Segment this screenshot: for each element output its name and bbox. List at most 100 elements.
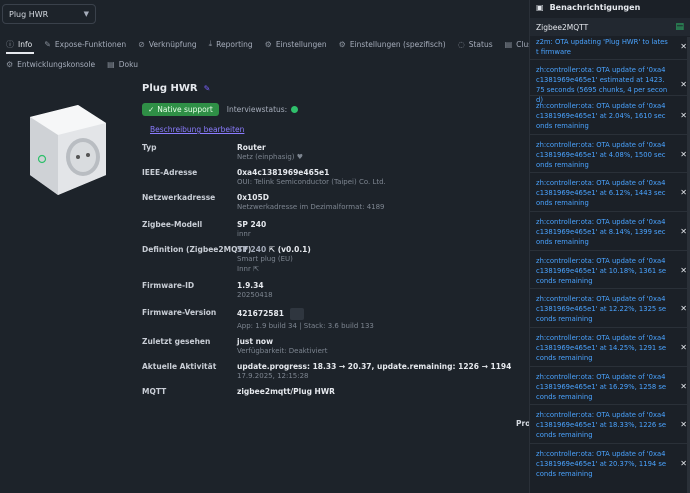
plug-icon: ♥ — [296, 153, 304, 161]
check-icon: ✓ — [148, 105, 155, 114]
clear-all-icon[interactable]: ▤ — [675, 22, 684, 32]
interview-status: Interviewstatus: — [226, 105, 299, 114]
close-icon[interactable]: ✕ — [680, 266, 687, 276]
prop-firmware-version-value: 421672581 — [237, 308, 304, 320]
tab-label: Info — [18, 39, 33, 49]
tab-status[interactable]: ◌ Status — [452, 40, 499, 49]
notification-header: ▣ Benachrichtigungen — [530, 0, 690, 14]
prop-network-sub: Netzwerkadresse im Dezimalformat: 4189 — [237, 203, 385, 211]
notification-divider — [530, 250, 690, 251]
definition-link[interactable]: SP 240 — [237, 245, 266, 254]
notification-panel: ▣ Benachrichtigungen Zigbee2MQTT ▤ z2m: … — [529, 0, 690, 493]
console-icon: ⚙ — [6, 59, 14, 69]
notification-text: zh:controller:ota: OTA update of '0xa4c1… — [536, 450, 667, 478]
tab-entwicklungskonsole[interactable]: ⚙ Entwicklungskonsole — [0, 60, 101, 69]
tab-row-1: ⓘ Info ✎ Expose-Funktionen ⊘ Verknüpfung ⤓ Repo… — [0, 36, 543, 52]
gear-icon: ⚙ — [338, 39, 346, 49]
tab-einstellungen[interactable]: ⚙ Einstellungen — [259, 40, 333, 49]
prop-firmware-id-sub: 20250418 — [237, 291, 273, 299]
notification-item: zh:controller:ota: OTA update of '0xa4c1… — [536, 65, 687, 105]
prop-firmware-version-label: Firmware-Version — [142, 308, 217, 317]
tab-doku[interactable]: ▤ Doku — [101, 60, 144, 69]
notification-text: zh:controller:ota: OTA update of '0xa4c1… — [536, 102, 666, 130]
tab-row-2: ⚙ Entwicklungskonsole ▤ Doku — [0, 56, 528, 72]
notification-text: zh:controller:ota: OTA update of '0xa4c1… — [536, 66, 668, 104]
notification-item: zh:controller:ota: OTA update of '0xa4c1… — [536, 217, 687, 247]
prop-ieee-sub: OUI: Telink Semiconductor (Taipei) Co. L… — [237, 178, 386, 186]
prop-last-seen-label: Zuletzt gesehen — [142, 337, 211, 346]
notification-title: Benachrichtigungen — [549, 2, 641, 12]
notification-text: zh:controller:ota: OTA update of '0xa4c1… — [536, 218, 666, 246]
device-title: Plug HWR ✎ — [142, 83, 210, 94]
cluster-icon: ▤ — [504, 39, 513, 49]
edit-description-link[interactable]: Beschreibung bearbeiten — [150, 125, 244, 134]
notification-text: zh:controller:ota: OTA update of '0xa4c1… — [536, 141, 666, 169]
prop-activity-sub: 17.9.2025, 12:15:28 — [237, 372, 309, 380]
notification-item: zh:controller:ota: OTA update of '0xa4c1… — [536, 449, 687, 479]
success-icon — [291, 106, 299, 113]
tab-label: Expose-Funktionen — [54, 39, 127, 49]
edit-name-icon[interactable]: ✎ — [204, 84, 211, 93]
prop-last-seen-value: just now — [237, 337, 273, 346]
notification-divider — [530, 288, 690, 289]
close-icon[interactable]: ✕ — [680, 111, 687, 121]
notification-item: zh:controller:ota: OTA update of '0xa4c1… — [536, 294, 687, 324]
close-icon[interactable]: ✕ — [680, 382, 687, 392]
notification-item: zh:controller:ota: OTA update of '0xa4c1… — [536, 333, 687, 363]
tab-verknüpfung[interactable]: ⊘ Verknüpfung — [132, 40, 202, 49]
notification-item: zh:controller:ota: OTA update of '0xa4c1… — [536, 410, 687, 440]
prop-definition-vendor[interactable]: Innr ⇱ — [237, 265, 259, 273]
chat-icon: ▣ — [536, 2, 544, 12]
tab-reporting[interactable]: ⤓ Reporting — [203, 39, 259, 49]
tab-expose-funktionen[interactable]: ✎ Expose-Funktionen — [38, 40, 132, 49]
external-link-icon[interactable]: ⇱ — [269, 245, 275, 254]
prop-ieee-label: IEEE-Adresse — [142, 168, 198, 177]
prop-type-label: Typ — [142, 143, 157, 152]
device-image — [30, 105, 106, 195]
download-icon: ⤓ — [208, 39, 213, 48]
notification-source[interactable]: Zigbee2MQTT ▤ — [530, 18, 690, 36]
prop-definition-version: (v0.0.1) — [277, 245, 311, 254]
external-link-icon[interactable]: ⇱ — [253, 265, 259, 273]
device-title-text: Plug HWR — [142, 83, 198, 94]
close-icon[interactable]: ✕ — [680, 343, 687, 353]
interview-status-label: Interviewstatus: — [226, 105, 288, 114]
notification-divider — [530, 443, 690, 444]
prop-firmware-version-sub: App: 1.9 build 34 | Stack: 3.6 build 133 — [237, 322, 374, 330]
notification-text: zh:controller:ota: OTA update of '0xa4c1… — [536, 411, 667, 439]
close-icon[interactable]: ✕ — [680, 420, 687, 430]
native-support-label: Native support — [157, 105, 213, 114]
prop-network-label: Netzwerkadresse — [142, 193, 216, 202]
prop-mqtt-label: MQTT — [142, 387, 167, 396]
close-icon[interactable]: ✕ — [680, 42, 687, 52]
tab-label: Einstellungen — [275, 39, 327, 49]
notification-item: zh:controller:ota: OTA update of '0xa4c1… — [536, 178, 687, 208]
tab-info[interactable]: ⓘ Info — [0, 39, 38, 50]
vendor-link[interactable]: Innr — [237, 265, 251, 273]
prop-network-value: 0x105D — [237, 193, 269, 202]
notification-item: zh:controller:ota: OTA update of '0xa4c1… — [536, 256, 687, 286]
prop-model-value: SP 240 — [237, 220, 267, 229]
notification-text: z2m: OTA updating 'Plug HWR' to latest f… — [536, 38, 668, 56]
gears-icon: ⚙ — [264, 39, 272, 49]
device-select[interactable]: Plug HWR ▼ — [2, 4, 96, 24]
device-select-value: Plug HWR — [9, 9, 49, 19]
prop-model-label: Zigbee-Modell — [142, 220, 203, 229]
close-icon[interactable]: ✕ — [680, 227, 687, 237]
notification-text: zh:controller:ota: OTA update of '0xa4c1… — [536, 373, 667, 401]
prop-definition-value: SP 240 ⇱ (v0.0.1) — [237, 245, 311, 254]
close-icon[interactable]: ✕ — [680, 188, 687, 198]
close-icon[interactable]: ✕ — [680, 304, 687, 314]
prop-type-sub-text: Netz (einphasig) — [237, 153, 295, 161]
status-icon: ◌ — [457, 39, 465, 49]
tab-einstellungen-spezifisch[interactable]: ⚙ Einstellungen (spezifisch) — [333, 40, 452, 49]
native-support-badge: ✓ Native support — [142, 103, 219, 116]
notification-item: z2m: OTA updating 'Plug HWR' to latest f… — [536, 37, 687, 57]
close-icon[interactable]: ✕ — [680, 80, 687, 90]
tab-label: Reporting — [216, 39, 253, 49]
close-icon[interactable]: ✕ — [680, 459, 687, 469]
close-icon[interactable]: ✕ — [680, 150, 687, 160]
check-update-button[interactable] — [289, 308, 304, 320]
notification-divider — [530, 95, 690, 96]
prop-activity-value: update.progress: 18.33 → 20.37, update.r… — [237, 362, 512, 371]
